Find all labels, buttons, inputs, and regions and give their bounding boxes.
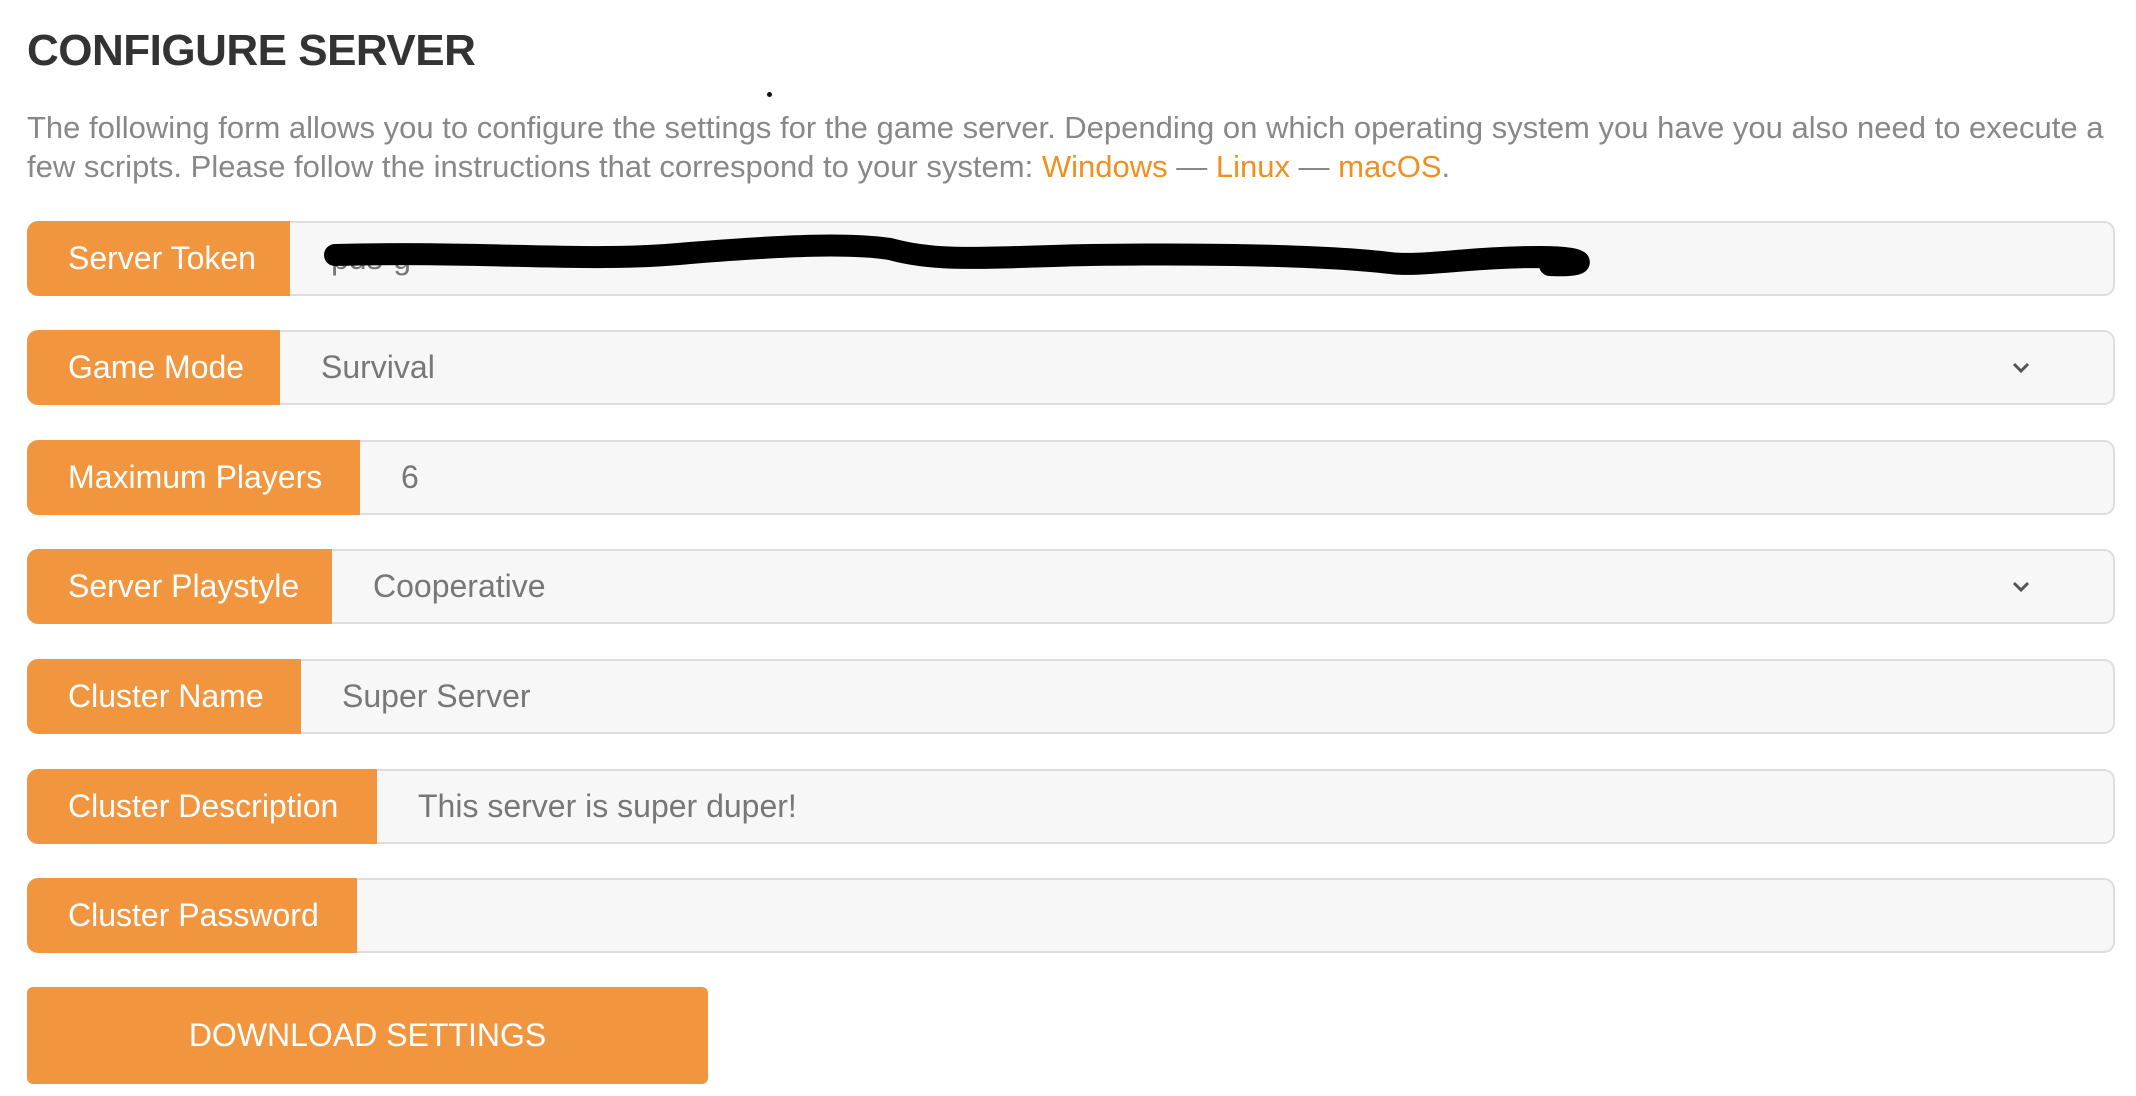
server-playstyle-label: Server Playstyle — [27, 549, 332, 624]
chevron-down-icon — [2012, 362, 2030, 374]
page-description: The following form allows you to configu… — [27, 110, 2104, 184]
cluster-description-label: Cluster Description — [27, 769, 377, 844]
cluster-description-row: Cluster Description This server is super… — [27, 769, 2115, 844]
game-mode-row: Game Mode Survival — [27, 330, 2115, 405]
maximum-players-label: Maximum Players — [27, 440, 360, 515]
link-windows[interactable]: Windows — [1042, 149, 1168, 184]
server-playstyle-row: Server Playstyle Cooperative — [27, 549, 2115, 624]
server-playstyle-select[interactable]: Cooperative — [332, 549, 2115, 624]
game-mode-label: Game Mode — [27, 330, 280, 405]
cluster-name-input[interactable]: Super Server — [301, 659, 2115, 734]
chevron-down-icon — [2012, 581, 2030, 593]
cluster-name-label: Cluster Name — [27, 659, 301, 734]
maximum-players-input[interactable]: 6 — [360, 440, 2115, 515]
maximum-players-row: Maximum Players 6 — [27, 440, 2115, 515]
redaction-scribble — [324, 234, 1590, 277]
page-title: CONFIGURE SERVER — [27, 26, 476, 75]
game-mode-select[interactable]: Survival — [280, 330, 2115, 405]
link-macos[interactable]: macOS — [1338, 149, 1441, 184]
cluster-password-input[interactable] — [357, 878, 2115, 953]
cluster-name-row: Cluster Name Super Server — [27, 659, 2115, 734]
stray-dot — [767, 92, 772, 97]
cluster-description-input[interactable]: This server is super duper! — [377, 769, 2115, 844]
download-settings-button[interactable]: DOWNLOAD SETTINGS — [27, 987, 708, 1084]
cluster-password-label: Cluster Password — [27, 878, 357, 953]
cluster-password-row: Cluster Password — [27, 878, 2115, 953]
server-token-input[interactable]: pds-g — [290, 221, 2115, 296]
link-linux[interactable]: Linux — [1216, 149, 1290, 184]
server-token-label: Server Token — [27, 221, 290, 296]
server-token-row: Server Token pds-g — [27, 221, 2115, 296]
